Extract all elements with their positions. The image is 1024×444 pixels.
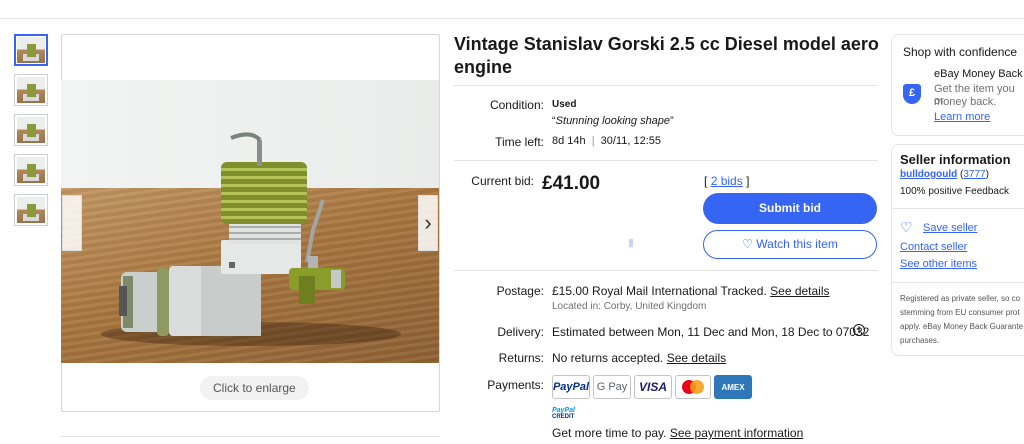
- bids-link[interactable]: 2 bids: [711, 174, 743, 188]
- condition-value: Used: [552, 99, 577, 110]
- submit-bid-button[interactable]: Submit bid: [703, 193, 877, 224]
- time-remaining: 8d 14h: [552, 135, 586, 147]
- payments-label: Payments:: [487, 378, 544, 392]
- condition-label: Condition:: [489, 98, 544, 112]
- watch-item-label: Watch this item: [756, 237, 838, 251]
- item-location: Located in: Corby, United Kingdom: [552, 301, 707, 312]
- delivery-label: Delivery:: [497, 325, 544, 339]
- gallery-next-button[interactable]: ›: [418, 195, 438, 251]
- seller-note-line: purchases.: [900, 336, 940, 345]
- returns-value: No returns accepted. See details: [552, 351, 726, 365]
- thumbnail-image: [17, 37, 45, 63]
- money-back-title: eBay Money Back: [934, 68, 1023, 80]
- pound-shield-icon: £: [903, 84, 921, 104]
- thumbnail-5[interactable]: [14, 194, 48, 226]
- time-left-value: 8d 14h | 30/11, 12:55: [552, 135, 661, 147]
- paypal-credit-top: PayPal: [552, 407, 575, 414]
- save-seller-link[interactable]: Save seller: [923, 222, 977, 234]
- returns-details-link[interactable]: See details: [667, 351, 726, 365]
- seller-note-line: Registered as private seller, so co: [900, 294, 1021, 303]
- main-product-image[interactable]: [61, 80, 439, 363]
- seller-note-line: apply. eBay Money Back Guarante: [900, 322, 1024, 331]
- info-circle-icon[interactable]: i: [853, 324, 865, 336]
- payment-info-link[interactable]: See payment information: [670, 426, 803, 440]
- bracket-close: ]: [746, 174, 750, 188]
- thumbnail-3[interactable]: [14, 114, 48, 146]
- paypal-credit-bottom: CREDIT: [552, 414, 575, 420]
- paypal-badge: PayPal: [552, 375, 590, 399]
- heart-outline-icon[interactable]: ♡: [900, 219, 913, 236]
- paren-close: ): [985, 169, 989, 180]
- engine-illustration: [101, 132, 401, 346]
- pay-later-text: Get more time to pay. See payment inform…: [552, 426, 803, 440]
- quote-close: ”: [670, 115, 674, 127]
- money-back-line-2: money back.: [934, 96, 997, 108]
- seller-note-divider: [892, 282, 1024, 283]
- thumbnail-4[interactable]: [14, 154, 48, 186]
- time-left-label: Time left:: [495, 135, 544, 149]
- bid-count: [ 2 bids ]: [704, 174, 749, 188]
- condition-note: “Stunning looking shape”: [552, 115, 674, 127]
- condition-note-text: Stunning looking shape: [555, 115, 671, 127]
- shop-confidence-title: Shop with confidence: [903, 45, 1018, 59]
- bracket-open: [: [704, 174, 708, 188]
- positive-feedback: 100% positive Feedback: [900, 186, 1009, 197]
- current-bid-label: Current bid:: [471, 174, 534, 188]
- postage-method: Royal Mail International Tracked.: [592, 284, 767, 298]
- header-divider: [0, 18, 1024, 19]
- seller-divider: [892, 208, 1024, 209]
- thumbnail-image: [17, 197, 45, 223]
- postage-details-link[interactable]: See details: [770, 284, 829, 298]
- learn-more-link[interactable]: Learn more: [934, 111, 990, 123]
- seller-info-header: Seller information: [900, 152, 1011, 167]
- seller-name-link[interactable]: bulldogould: [900, 169, 957, 180]
- seller-note-line: stemming from EU consumer prot: [900, 308, 1020, 317]
- returns-label: Returns:: [498, 351, 544, 365]
- heart-outline-icon: ♡: [742, 237, 753, 251]
- bid-divider: [454, 270, 878, 271]
- mastercard-badge: [675, 375, 711, 399]
- seller-note: Registered as private seller, so co stem…: [900, 292, 1023, 348]
- returns-text: No returns accepted.: [552, 351, 664, 365]
- current-bid-price: £41.00: [542, 173, 601, 194]
- postage-value: £15.00 Royal Mail International Tracked.…: [552, 284, 830, 298]
- thumbnail-1[interactable]: [14, 34, 48, 66]
- end-time: 30/11, 12:55: [600, 135, 661, 147]
- paypal-credit-logo: PayPal CREDIT: [552, 407, 575, 421]
- title-divider: [454, 85, 878, 86]
- gallery-prev-button[interactable]: [62, 195, 82, 251]
- item-title: Vintage Stanislav Gorski 2.5 cc Diesel m…: [454, 34, 879, 77]
- watch-item-button[interactable]: ♡ Watch this item: [703, 230, 877, 259]
- contact-seller-link[interactable]: Contact seller: [900, 241, 967, 253]
- postage-price: £15.00: [552, 284, 589, 298]
- watch-ghost-icon: ▮: [628, 237, 635, 249]
- postage-label: Postage:: [496, 284, 544, 298]
- mastercard-orange-circle: [690, 380, 704, 394]
- click-to-enlarge-button[interactable]: Click to enlarge: [200, 376, 309, 400]
- thumbnail-image: [17, 117, 45, 143]
- chevron-right-icon: ›: [424, 210, 432, 235]
- visa-badge: VISA: [634, 375, 672, 399]
- more-time-text: Get more time to pay.: [552, 426, 667, 440]
- delivery-estimate: Estimated between Mon, 11 Dec and Mon, 1…: [552, 325, 870, 339]
- time-separator: |: [591, 135, 595, 147]
- see-other-items-link[interactable]: See other items: [900, 258, 977, 270]
- seller-name-row: bulldogould (3777): [900, 169, 989, 180]
- thumbnail-image: [17, 157, 45, 183]
- time-divider: [454, 160, 878, 161]
- feedback-score-link[interactable]: 3777: [963, 169, 985, 180]
- thumbnail-image: [17, 77, 45, 103]
- thumbnail-2[interactable]: [14, 74, 48, 106]
- gallery-bottom-divider: [61, 436, 440, 437]
- amex-badge: AMEX: [714, 375, 752, 399]
- google-pay-badge: G Pay: [593, 375, 631, 399]
